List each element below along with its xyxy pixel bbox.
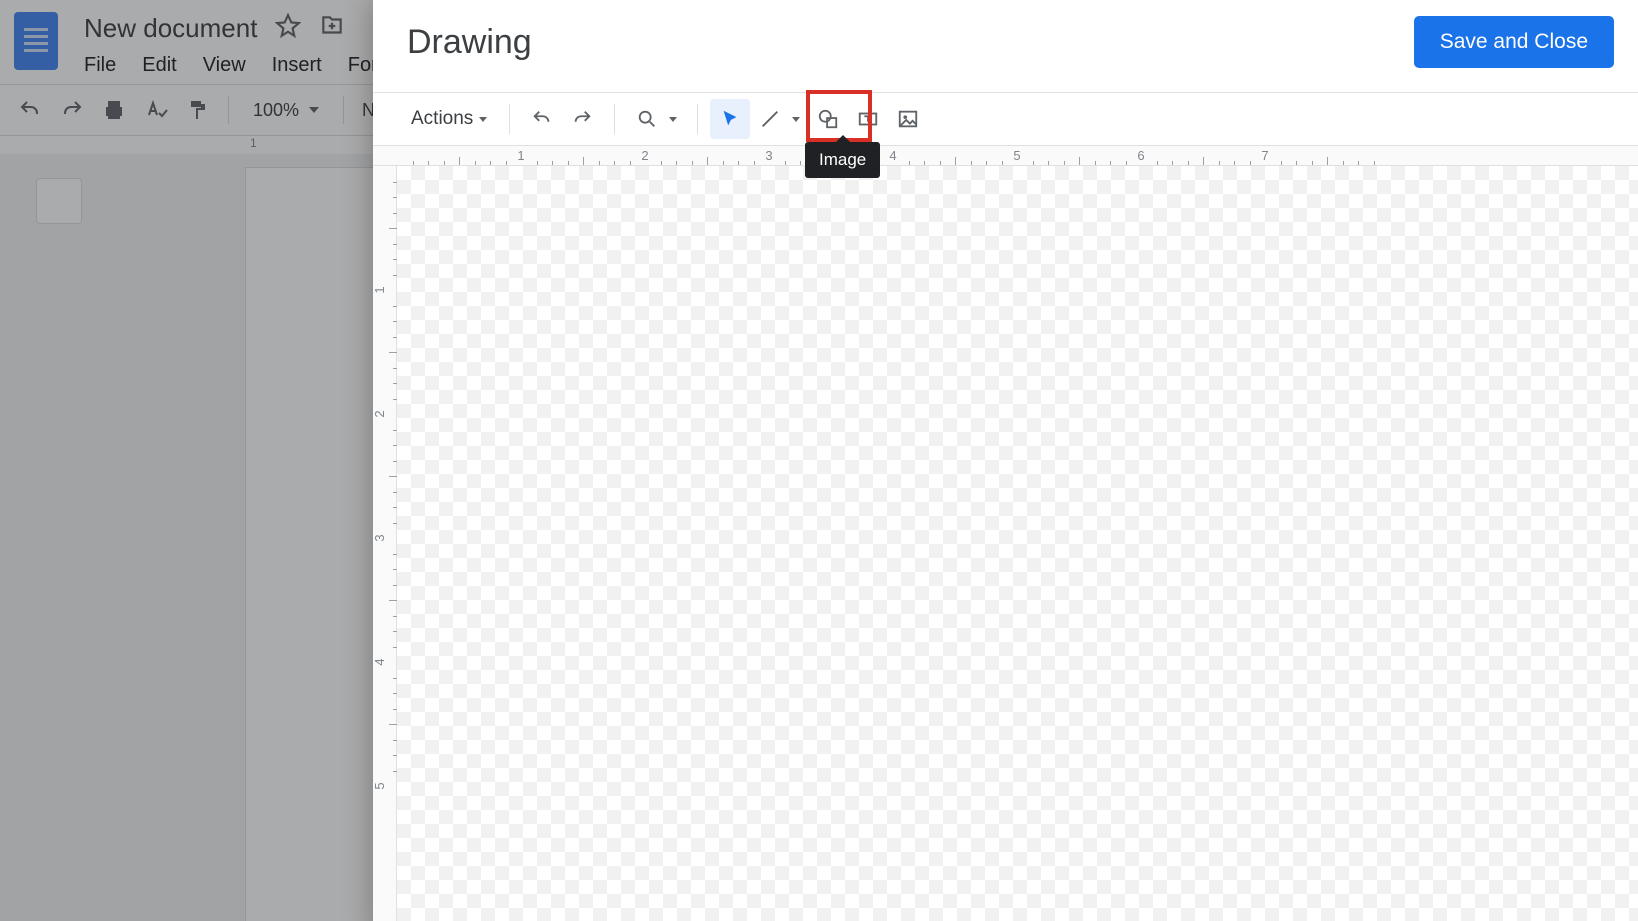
image-tooltip: Image (805, 142, 880, 178)
redo-icon[interactable] (562, 99, 602, 139)
modal-title: Drawing (407, 23, 532, 62)
zoom-icon[interactable] (627, 99, 667, 139)
shape-tool-icon[interactable] (808, 99, 848, 139)
zoom-caret-icon[interactable] (669, 117, 677, 122)
image-tool-icon[interactable] (888, 99, 928, 139)
drawing-modal: Drawing Save and Close Actions Image 123… (373, 0, 1638, 921)
save-and-close-button[interactable]: Save and Close (1414, 16, 1614, 68)
drawing-toolbar: Actions (373, 92, 1638, 146)
line-caret-icon[interactable] (792, 117, 800, 122)
line-tool-icon[interactable] (750, 99, 790, 139)
actions-menu[interactable]: Actions (401, 100, 497, 138)
textbox-tool-icon[interactable] (848, 99, 888, 139)
select-tool-icon[interactable] (710, 99, 750, 139)
drawing-vertical-ruler: 12345 (373, 166, 397, 921)
drawing-canvas[interactable] (397, 166, 1638, 921)
undo-icon[interactable] (522, 99, 562, 139)
caret-down-icon (479, 117, 487, 122)
drawing-horizontal-ruler: 1234567 (373, 146, 1638, 166)
